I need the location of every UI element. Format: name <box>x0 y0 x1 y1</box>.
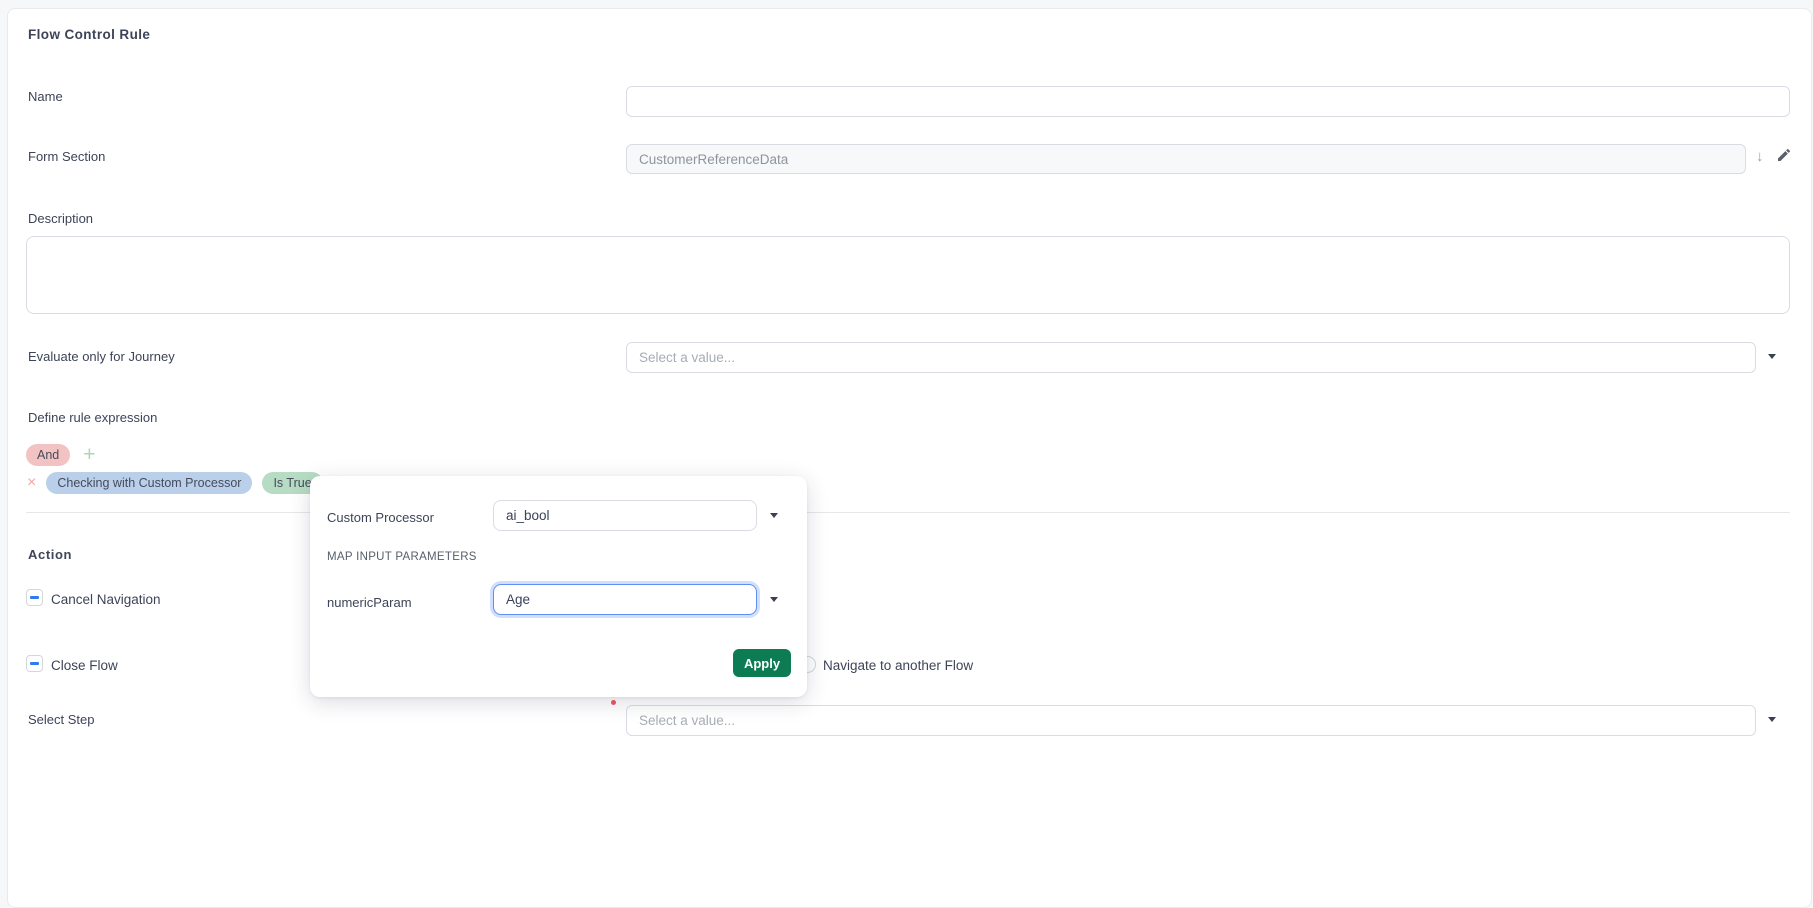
download-arrow-icon[interactable]: ↓ <box>1756 148 1764 165</box>
action-section-title: Action <box>28 547 72 562</box>
name-label: Name <box>28 89 63 104</box>
description-label: Description <box>28 211 93 226</box>
indeterminate-dash-icon <box>30 662 39 665</box>
operator-chip[interactable]: And <box>26 444 70 466</box>
indeterminate-dash-icon <box>30 596 39 599</box>
journey-label: Evaluate only for Journey <box>28 349 175 364</box>
cancel-navigation-checkbox[interactable] <box>26 589 43 606</box>
flow-control-rule-panel <box>7 8 1812 908</box>
cancel-navigation-label: Cancel Navigation <box>51 592 161 607</box>
select-step-dropdown-caret-icon[interactable] <box>1768 717 1776 722</box>
custom-processor-input[interactable] <box>493 500 757 531</box>
form-section-input[interactable] <box>626 144 1746 174</box>
journey-dropdown-caret-icon[interactable] <box>1768 354 1776 359</box>
select-step-input[interactable] <box>626 705 1756 736</box>
section-divider <box>26 512 1790 513</box>
custom-processor-caret-icon[interactable] <box>770 513 778 518</box>
add-condition-icon[interactable]: + <box>83 445 95 465</box>
name-input[interactable] <box>626 86 1790 117</box>
journey-select-input[interactable] <box>626 342 1756 373</box>
description-textarea[interactable] <box>26 236 1790 314</box>
map-input-parameters-header: MAP INPUT PARAMETERS <box>327 551 477 563</box>
custom-processor-label: Custom Processor <box>327 510 434 525</box>
navigate-flow-label: Navigate to another Flow <box>823 658 973 673</box>
edit-icon[interactable] <box>1776 147 1792 163</box>
close-flow-checkbox[interactable] <box>26 655 43 672</box>
page-title: Flow Control Rule <box>28 27 150 42</box>
required-indicator <box>611 700 616 705</box>
form-section-label: Form Section <box>28 149 105 164</box>
rule-expression-label: Define rule expression <box>28 410 157 425</box>
expression-operator-row: And + <box>26 444 96 466</box>
close-flow-label: Close Flow <box>51 658 118 673</box>
custom-processor-popup: Custom Processor MAP INPUT PARAMETERS nu… <box>310 476 807 697</box>
expression-condition-row: × Checking with Custom Processor Is True <box>27 472 323 494</box>
numeric-param-input[interactable] <box>493 584 757 615</box>
remove-condition-icon[interactable]: × <box>27 475 36 491</box>
numeric-param-caret-icon[interactable] <box>770 597 778 602</box>
condition-chip[interactable]: Checking with Custom Processor <box>46 472 252 494</box>
select-step-label: Select Step <box>28 712 95 727</box>
numeric-param-label: numericParam <box>327 595 412 610</box>
apply-button[interactable]: Apply <box>733 649 791 677</box>
